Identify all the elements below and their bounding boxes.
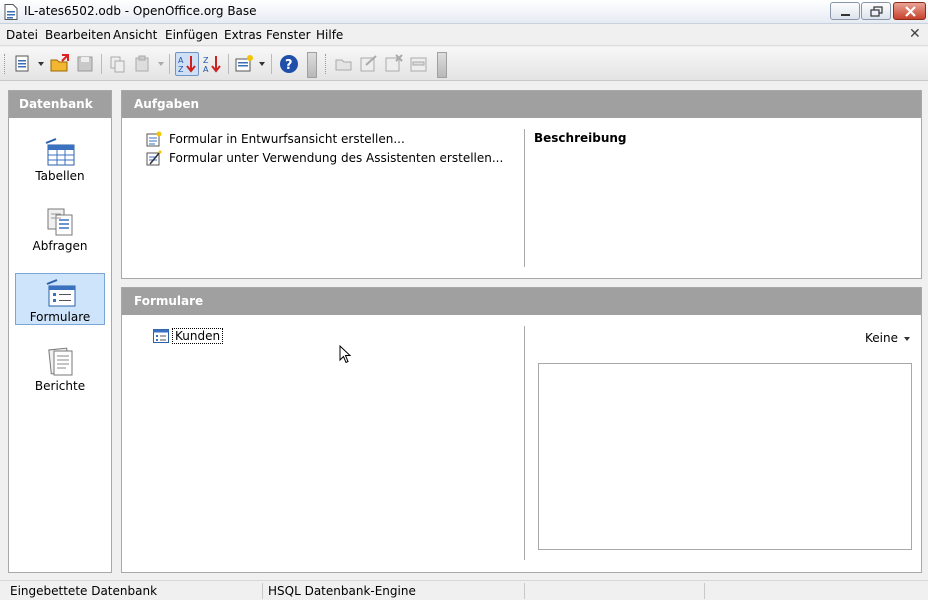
sort-descending-icon: Z A bbox=[203, 56, 221, 74]
restore-icon bbox=[870, 6, 883, 17]
help-icon: ? bbox=[280, 55, 298, 73]
tasks-panel: Aufgaben Formular in Entwurfsansicht ers… bbox=[121, 90, 922, 279]
window-title: IL-ates6502.odb - OpenOffice.org Base bbox=[24, 4, 257, 18]
tasks-divider bbox=[524, 129, 525, 267]
menu-hilfe[interactable]: Hilfe bbox=[316, 28, 343, 42]
forms-panel: Formulare Kunden Keine bbox=[121, 287, 922, 573]
nav-tables[interactable]: Tabellen bbox=[15, 133, 105, 185]
sort-descending-button[interactable]: Z A bbox=[200, 52, 224, 76]
toolbar-overflow-handle[interactable] bbox=[307, 52, 317, 78]
form-wizard-icon bbox=[146, 150, 162, 166]
form-design-icon bbox=[146, 131, 162, 147]
svg-text:?: ? bbox=[285, 58, 293, 73]
edit-icon bbox=[360, 55, 377, 72]
toolbar-separator bbox=[169, 54, 170, 74]
svg-text:A: A bbox=[203, 65, 209, 74]
toolbar-separator bbox=[228, 54, 229, 74]
paste-button[interactable] bbox=[131, 52, 155, 76]
database-panel-header: Datenbank bbox=[9, 91, 111, 118]
save-icon bbox=[77, 56, 93, 72]
menu-einfuegen[interactable]: Einfügen bbox=[165, 28, 218, 42]
minimize-button[interactable] bbox=[830, 2, 860, 20]
nav-queries-label: Abfragen bbox=[32, 239, 88, 253]
sort-ascending-button[interactable]: A Z bbox=[175, 52, 199, 76]
toolbar-separator bbox=[271, 54, 272, 74]
tasks-panel-header: Aufgaben bbox=[122, 91, 921, 118]
toolbar-separator bbox=[101, 54, 102, 74]
edit-button[interactable] bbox=[357, 52, 381, 76]
open-db-object-button[interactable] bbox=[332, 52, 356, 76]
preview-area bbox=[538, 363, 912, 550]
paste-dropdown-arrow[interactable] bbox=[158, 62, 164, 66]
close-window-button[interactable] bbox=[893, 2, 926, 20]
nav-reports-label: Berichte bbox=[34, 379, 86, 393]
copy-button[interactable] bbox=[106, 52, 130, 76]
maximize-button[interactable] bbox=[861, 2, 891, 20]
close-document-icon[interactable]: ✕ bbox=[909, 26, 921, 42]
new-button[interactable] bbox=[11, 52, 35, 76]
preview-mode-dropdown[interactable]: Keine bbox=[865, 331, 910, 345]
toolbar-overflow-handle[interactable] bbox=[437, 52, 447, 78]
form-wizard-button[interactable] bbox=[232, 52, 256, 76]
help-button[interactable]: ? bbox=[277, 52, 301, 76]
task-create-form-design-label: Formular in Entwurfsansicht erstellen... bbox=[169, 132, 405, 146]
open-button[interactable] bbox=[48, 52, 72, 76]
menu-datei[interactable]: Datei bbox=[6, 28, 38, 42]
menu-bearbeiten[interactable]: Bearbeiten bbox=[45, 28, 111, 42]
sort-ascending-icon: A Z bbox=[178, 56, 196, 74]
status-embedded-db: Eingebettete Datenbank bbox=[10, 584, 158, 598]
delete-icon bbox=[385, 54, 403, 72]
queries-icon bbox=[47, 208, 73, 236]
toolbar-grip[interactable] bbox=[325, 54, 328, 74]
open-db-object-icon bbox=[335, 59, 352, 71]
database-panel: Datenbank Tabellen Abfragen Formulare Be… bbox=[8, 90, 112, 573]
nav-tables-label: Tabellen bbox=[35, 169, 85, 183]
svg-text:Z: Z bbox=[178, 65, 184, 74]
new-document-icon bbox=[15, 55, 29, 72]
menu-extras[interactable]: Extras bbox=[224, 28, 262, 42]
svg-text:Z: Z bbox=[203, 56, 209, 65]
base-document-icon bbox=[4, 4, 18, 20]
rename-icon bbox=[410, 57, 427, 72]
chevron-down-icon bbox=[903, 336, 910, 341]
delete-button[interactable] bbox=[382, 52, 406, 76]
form-icon bbox=[153, 329, 169, 343]
nav-reports[interactable]: Berichte bbox=[15, 343, 105, 395]
status-separator bbox=[704, 583, 705, 599]
new-dropdown-arrow[interactable] bbox=[38, 62, 44, 66]
save-button[interactable] bbox=[73, 52, 97, 76]
svg-text:A: A bbox=[178, 56, 184, 65]
paste-icon bbox=[135, 55, 149, 72]
preview-mode-value: Keine bbox=[865, 331, 898, 345]
menu-fenster[interactable]: Fenster bbox=[266, 28, 311, 42]
mouse-cursor-icon bbox=[339, 345, 351, 364]
title-bar: IL-ates6502.odb - OpenOffice.org Base bbox=[0, 0, 928, 24]
forms-icon bbox=[46, 279, 76, 307]
nav-queries[interactable]: Abfragen bbox=[15, 203, 105, 255]
toolbar-grip[interactable] bbox=[4, 54, 7, 74]
tables-icon bbox=[45, 138, 75, 166]
copy-icon bbox=[110, 56, 125, 73]
status-separator bbox=[524, 583, 525, 599]
menu-ansicht[interactable]: Ansicht bbox=[113, 28, 157, 42]
minimize-icon bbox=[841, 14, 850, 16]
standard-toolbar: A Z Z A ? bbox=[0, 47, 928, 81]
description-title: Beschreibung bbox=[534, 131, 627, 145]
rename-button[interactable] bbox=[407, 52, 431, 76]
menu-bar: Datei Bearbeiten Ansicht Einfügen Extras… bbox=[0, 24, 928, 46]
status-db-engine: HSQL Datenbank-Engine bbox=[268, 584, 416, 598]
forms-divider bbox=[524, 326, 525, 560]
nav-forms[interactable]: Formulare bbox=[15, 273, 105, 325]
open-folder-icon bbox=[50, 54, 69, 72]
form-list-item-label: Kunden bbox=[172, 328, 224, 344]
close-icon bbox=[905, 6, 916, 17]
nav-forms-label: Formulare bbox=[29, 310, 91, 324]
form-wizard-icon bbox=[235, 55, 253, 72]
task-create-form-wizard-label: Formular unter Verwendung des Assistente… bbox=[169, 151, 504, 165]
reports-icon bbox=[48, 347, 73, 376]
status-bar: Eingebettete Datenbank HSQL Datenbank-En… bbox=[0, 580, 928, 600]
status-separator bbox=[262, 583, 263, 599]
forms-panel-header: Formulare bbox=[122, 288, 921, 315]
form-wizard-dropdown-arrow[interactable] bbox=[259, 62, 265, 66]
